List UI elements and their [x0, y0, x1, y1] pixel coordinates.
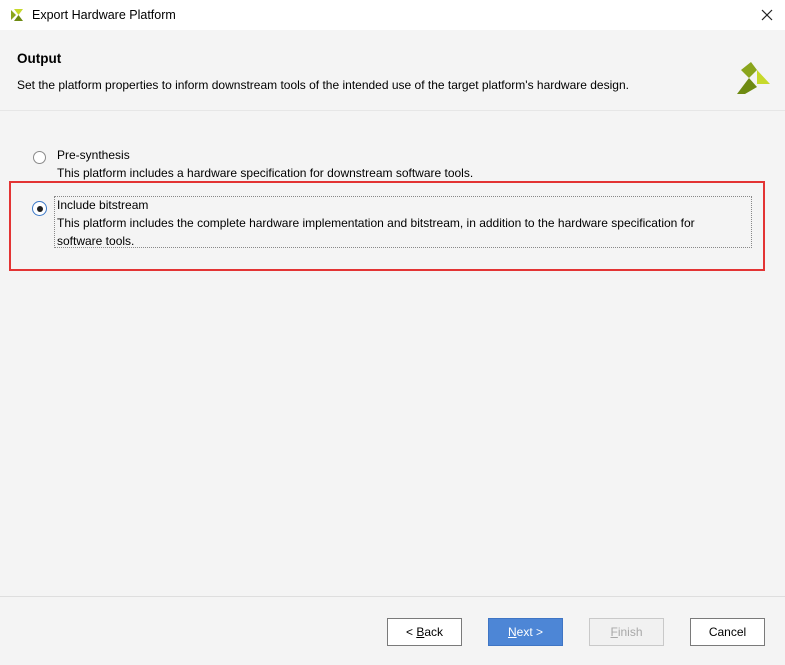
description-line: This platform includes the complete hard…: [57, 216, 695, 230]
finish-button-label: inish: [617, 625, 643, 639]
page-title: Output: [17, 51, 62, 66]
next-button-mnemonic: N: [507, 625, 517, 639]
xilinx-logo-icon: [11, 9, 23, 21]
description-line: This platform includes a hardware specif…: [57, 166, 474, 180]
page-header: [0, 30, 785, 110]
page-description: Set the platform properties to inform do…: [17, 78, 629, 92]
finish-button-mnemonic: F: [610, 625, 618, 639]
close-icon[interactable]: [757, 5, 777, 25]
options-panel: [0, 110, 785, 597]
pre-synthesis-label[interactable]: Pre-synthesis: [57, 148, 130, 162]
title-bar: Export Hardware Platform: [0, 0, 785, 30]
pre-synthesis-radio[interactable]: [33, 151, 46, 164]
window-title: Export Hardware Platform: [32, 8, 176, 22]
include-bitstream-label[interactable]: Include bitstream: [57, 198, 148, 212]
include-bitstream-description: This platform includes the complete hard…: [57, 214, 695, 250]
back-button-prefix: <: [405, 625, 417, 639]
description-line: software tools.: [57, 234, 135, 248]
back-button-label: ack: [424, 625, 444, 639]
include-bitstream-radio[interactable]: [32, 201, 47, 216]
finish-button[interactable]: Finish: [589, 618, 664, 646]
xilinx-logo-icon: [737, 62, 770, 94]
next-button[interactable]: Next >: [488, 618, 563, 646]
cancel-button[interactable]: Cancel: [690, 618, 765, 646]
pre-synthesis-description: This platform includes a hardware specif…: [57, 164, 473, 182]
next-button-label: ext >: [516, 625, 544, 639]
export-hardware-platform-dialog: Export Hardware Platform Output Set the …: [0, 0, 785, 665]
back-button[interactable]: < Back: [387, 618, 462, 646]
